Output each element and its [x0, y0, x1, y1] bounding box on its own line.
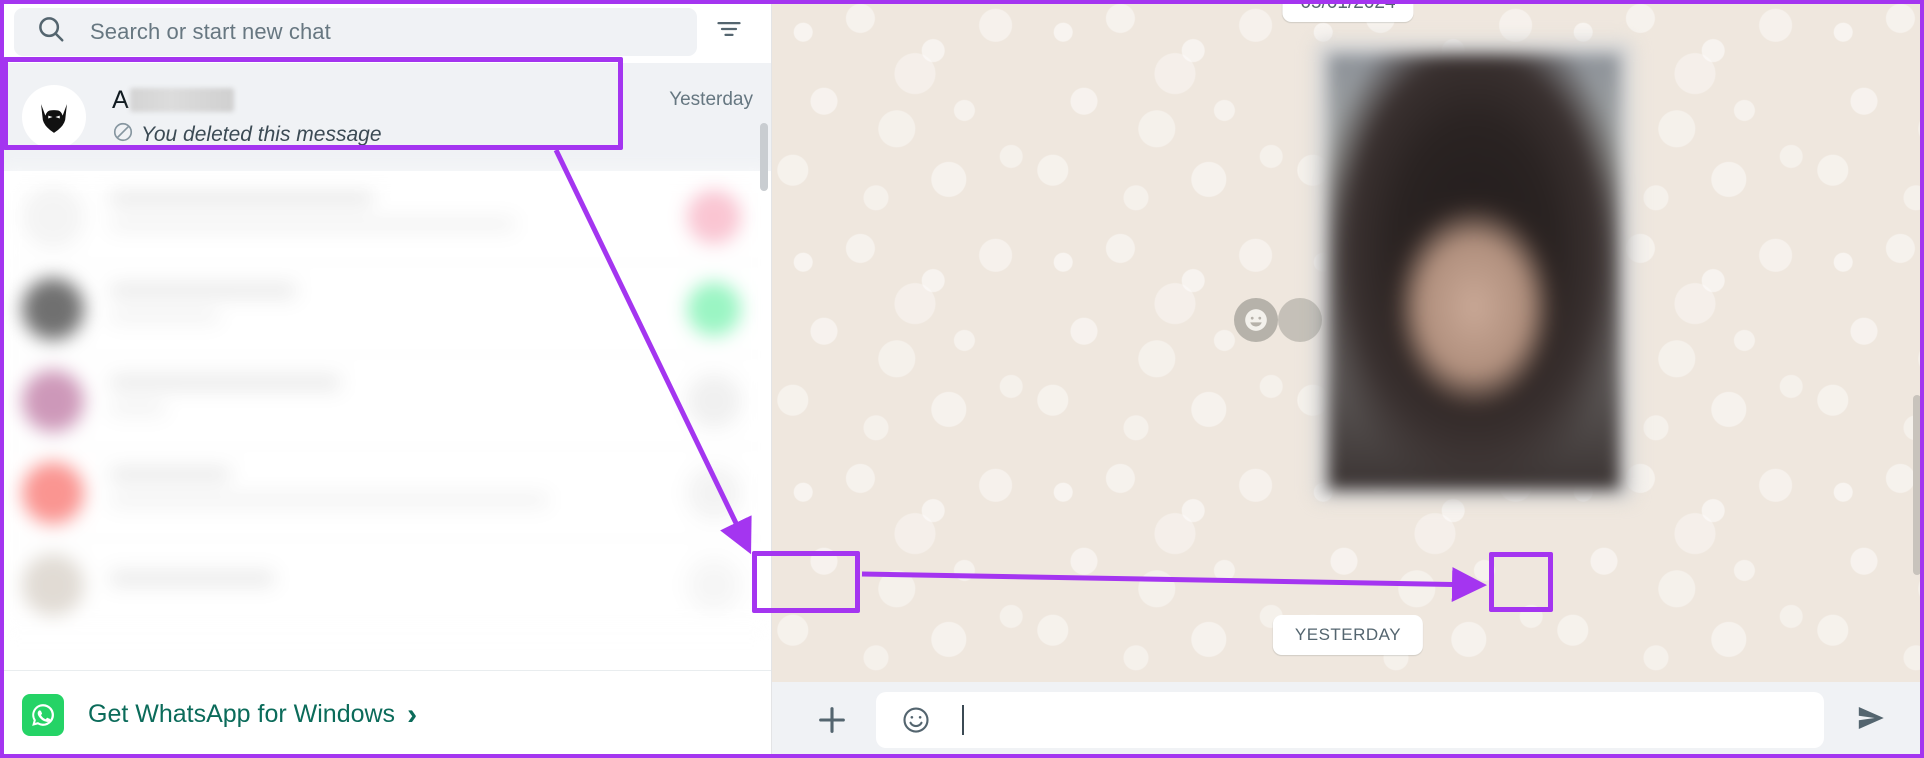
send-icon	[1854, 701, 1888, 740]
date-divider-top: 05/01/2024	[1282, 0, 1414, 22]
chat-preview-text: You deleted this message	[141, 122, 382, 146]
emoji-icon[interactable]	[892, 696, 940, 744]
search-row: Search or start new chat	[0, 0, 771, 63]
plus-icon[interactable]	[802, 690, 862, 750]
sidebar: Search or start new chat A Yesterday You…	[0, 0, 772, 758]
get-whatsapp-for-windows-banner[interactable]: Get WhatsApp for Windows ›	[0, 670, 771, 758]
whatsapp-icon	[22, 693, 64, 736]
blocked-icon	[112, 121, 134, 149]
message-composer	[772, 682, 1924, 758]
filter-button[interactable]	[701, 8, 757, 56]
conversation-scrollbar[interactable]	[1913, 395, 1921, 575]
list-item[interactable]	[0, 539, 771, 631]
chat-list[interactable]: A Yesterday You deleted this message	[0, 63, 771, 670]
list-item[interactable]	[0, 355, 771, 447]
search-input[interactable]: Search or start new chat	[14, 7, 697, 56]
search-icon	[36, 14, 66, 49]
message-area[interactable]: 05/01/2024 YESTERDAY	[772, 0, 1924, 682]
filter-icon	[715, 15, 743, 48]
emoji-reaction-icon[interactable]	[1234, 298, 1278, 342]
chevron-right-icon: ›	[407, 697, 418, 731]
chat-list-scrollbar[interactable]	[760, 123, 768, 191]
list-item[interactable]	[0, 263, 771, 355]
avatar	[22, 85, 86, 149]
chat-contact-name: A	[112, 86, 234, 115]
message-input[interactable]	[940, 692, 1824, 748]
list-item[interactable]	[0, 171, 771, 263]
conversation-panel: 05/01/2024 YESTERDAY	[772, 0, 1924, 758]
batman-avatar	[41, 104, 67, 133]
chat-timestamp: Yesterday	[669, 89, 753, 110]
promo-label-text: Get WhatsApp for Windows	[88, 700, 396, 728]
whatsapp-web-window: Search or start new chat A Yesterday You…	[0, 0, 1924, 758]
blurred-chat-rows[interactable]	[0, 171, 771, 631]
chat-item-body: A Yesterday You deleted this message	[112, 86, 771, 149]
chat-preview-row: You deleted this message	[112, 121, 753, 149]
photo-message-bubble[interactable]	[1314, 40, 1634, 500]
date-divider-yesterday: YESTERDAY	[1272, 615, 1424, 655]
redacted-name-block	[129, 88, 234, 112]
reaction-secondary-icon[interactable]	[1278, 298, 1322, 342]
message-input-shell[interactable]	[876, 692, 1824, 748]
chat-list-item-selected[interactable]: A Yesterday You deleted this message	[0, 63, 771, 171]
search-placeholder: Search or start new chat	[90, 18, 331, 44]
promo-label[interactable]: Get WhatsApp for Windows ›	[88, 698, 417, 732]
send-button[interactable]	[1840, 689, 1902, 751]
text-cursor	[962, 705, 964, 735]
list-item[interactable]	[0, 447, 771, 539]
photo-content	[1328, 54, 1620, 490]
